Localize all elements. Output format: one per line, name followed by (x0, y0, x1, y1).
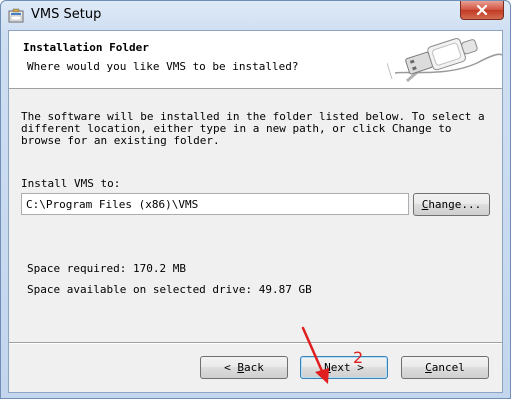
space-available-text: Space available on selected drive: 49.87… (27, 283, 312, 296)
install-location-label: Install VMS to: (21, 177, 121, 190)
banner-title: Installation Folder (23, 41, 149, 54)
header-banner: Installation Folder Where would you like… (9, 31, 502, 89)
back-button-prefix: < (224, 361, 238, 374)
change-button-label: hange... (428, 198, 482, 211)
change-button-accelerator: C (421, 198, 429, 211)
cancel-button-accelerator: C (425, 361, 432, 374)
back-button[interactable]: < Back (200, 356, 288, 379)
title-bar[interactable]: VMS Setup (1, 1, 510, 30)
back-button-accelerator: B (237, 361, 244, 374)
cancel-button[interactable]: Cancel (401, 356, 489, 379)
change-button[interactable]: Change... (413, 193, 490, 216)
installer-icon (8, 8, 24, 23)
cancel-button-label: ancel (431, 361, 465, 374)
install-path-input[interactable] (21, 193, 409, 215)
close-button[interactable] (460, 1, 504, 20)
usb-plug-icon (387, 38, 502, 83)
annotation-arrow-icon (301, 326, 329, 384)
space-required-text: Space required: 170.2 MB (27, 262, 186, 275)
back-button-label: ack (244, 361, 264, 374)
banner-subtitle: Where would you like VMS to be installed… (27, 60, 299, 73)
close-icon (476, 5, 488, 15)
setup-window: VMS Setup Installation Folder Where woul… (0, 0, 511, 399)
footer-divider (9, 342, 502, 344)
description-text: The software will be installed in the fo… (21, 110, 485, 147)
window-title: VMS Setup (31, 7, 102, 22)
annotation-step-number: 2 (353, 348, 364, 367)
dialog-client-area: Installation Folder Where would you like… (8, 30, 503, 393)
